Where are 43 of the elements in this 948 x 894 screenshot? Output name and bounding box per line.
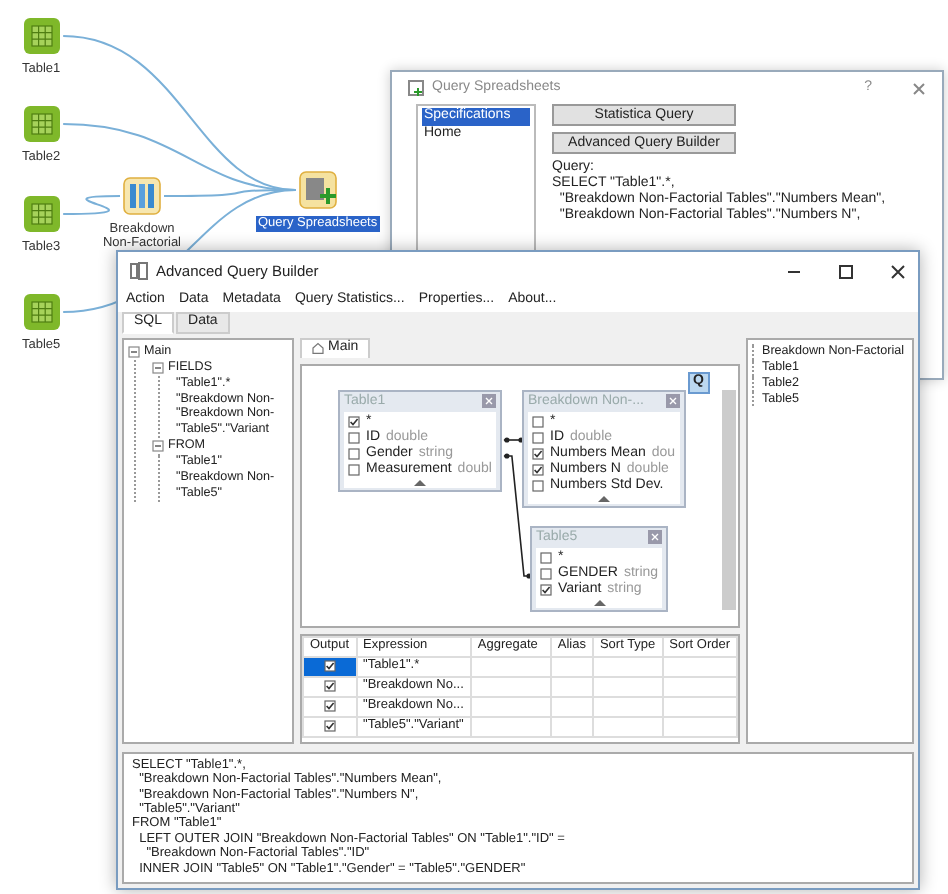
- checkbox[interactable]: [323, 660, 336, 673]
- table-node-icon[interactable]: [21, 104, 62, 144]
- checkbox[interactable]: [532, 447, 544, 460]
- close-icon: [648, 530, 663, 545]
- join-connector: [503, 453, 533, 579]
- maximize-icon[interactable]: [838, 263, 854, 280]
- checkbox[interactable]: [323, 700, 336, 713]
- output-cell[interactable]: [303, 676, 357, 697]
- checkbox[interactable]: [540, 583, 552, 596]
- close-icon: [912, 81, 926, 95]
- bars-node-icon[interactable]: [122, 176, 162, 216]
- table-node-icon[interactable]: [21, 292, 62, 332]
- expander-icon[interactable]: [152, 361, 164, 374]
- checkbox[interactable]: [323, 720, 336, 733]
- window-icon: [130, 262, 148, 281]
- collapse-icon: [413, 477, 426, 486]
- collapse-icon: [593, 597, 606, 606]
- checkbox[interactable]: [323, 680, 336, 693]
- output-cell[interactable]: [303, 696, 357, 717]
- query-node-icon[interactable]: [297, 170, 338, 210]
- vertical-scrollbar[interactable]: [722, 389, 736, 610]
- table-node-icon[interactable]: [21, 16, 62, 56]
- table-node-icon[interactable]: [21, 194, 62, 234]
- close-icon[interactable]: [890, 263, 906, 280]
- expander-icon[interactable]: [128, 345, 140, 358]
- checkbox[interactable]: [348, 463, 360, 476]
- checkbox[interactable]: [532, 431, 544, 444]
- collapse-icon: [597, 493, 610, 502]
- checkbox[interactable]: [348, 415, 360, 428]
- checkbox[interactable]: [348, 431, 360, 444]
- dialog-icon: [408, 80, 424, 96]
- home-icon: [312, 342, 324, 355]
- close-icon: [481, 394, 496, 409]
- checkbox[interactable]: [532, 463, 544, 476]
- checkbox[interactable]: [348, 447, 360, 460]
- close-icon: [665, 394, 680, 409]
- output-cell[interactable]: [303, 716, 357, 737]
- output-cell[interactable]: [303, 656, 357, 677]
- checkbox[interactable]: [540, 551, 552, 564]
- checkbox[interactable]: [540, 567, 552, 580]
- checkbox[interactable]: [532, 479, 544, 492]
- expander-icon[interactable]: [152, 440, 164, 453]
- checkbox[interactable]: [532, 415, 544, 428]
